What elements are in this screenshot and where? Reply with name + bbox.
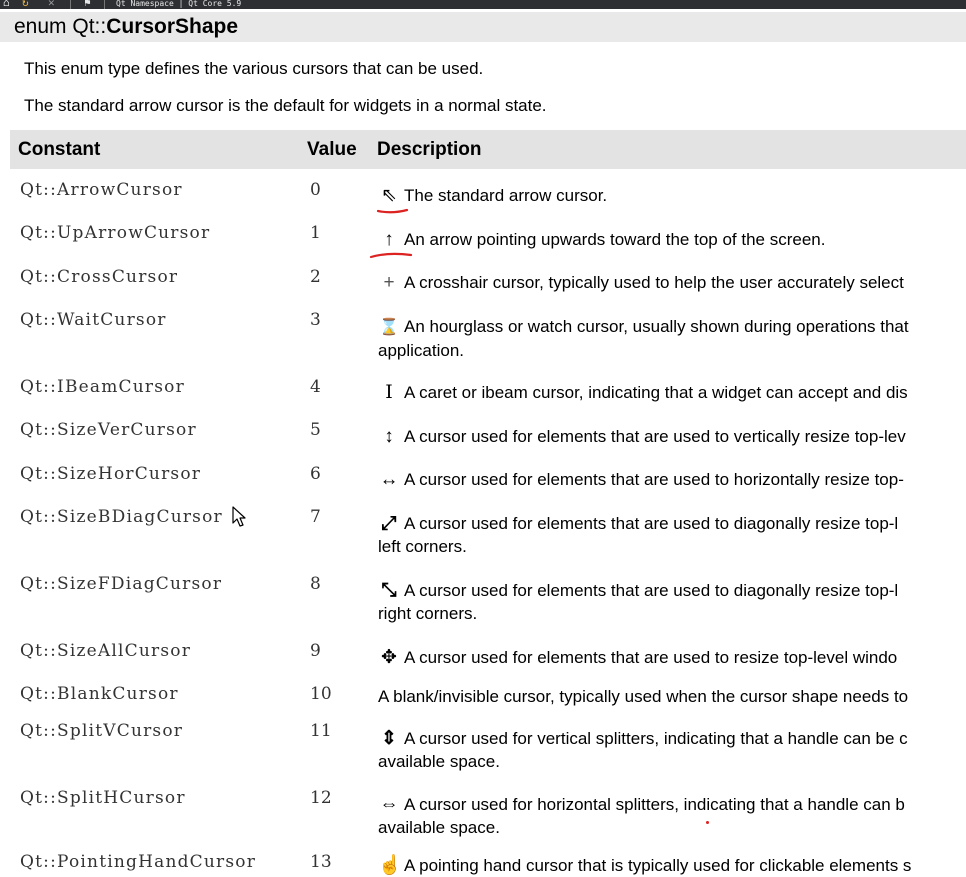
up-arrow-cursor-icon: ↑ — [384, 229, 394, 250]
constant-value: 10 — [310, 684, 332, 704]
constant-name: Qt::WaitCursor — [20, 310, 167, 330]
constant-value: 0 — [310, 180, 321, 200]
constant-name: Qt::SizeHorCursor — [20, 464, 202, 484]
description: ⌛ An hourglass or watch cursor, usually s… — [378, 315, 966, 362]
description-text: An hourglass or watch cursor, usually sh… — [404, 317, 909, 336]
description-text: An arrow pointing upwards toward the top… — [404, 230, 826, 249]
bookmark-icon[interactable]: ⚑ — [84, 0, 91, 8]
constant-value: 3 — [310, 310, 321, 330]
constant-value: 8 — [310, 574, 321, 594]
constant-value: 6 — [310, 464, 321, 484]
pointing-hand-cursor-icon: ☝ — [378, 855, 402, 876]
description-text: A cursor used for horizontal splitters, … — [404, 795, 905, 814]
arrow-cursor-icon: ⇖ — [381, 185, 397, 206]
description: A blank/invisible cursor, typically used… — [378, 685, 966, 708]
constant-name: Qt::SizeAllCursor — [20, 641, 192, 661]
constant-name: Qt::PointingHandCursor — [20, 852, 257, 872]
toolbar-divider — [104, 0, 105, 9]
description-text: The standard arrow cursor. — [404, 186, 608, 205]
intro-paragraph: This enum type defines the various curso… — [24, 59, 484, 78]
description-text: A pointing hand cursor that is typically… — [404, 856, 912, 875]
window-title: Qt Namespace | Qt Core 5.9 — [116, 0, 242, 8]
constant-name: Qt::IBeamCursor — [20, 377, 185, 397]
size-bdiag-cursor-icon: ⤢ — [381, 513, 397, 534]
cross-cursor-icon: + — [383, 272, 395, 293]
description: ↔ A cursor used for elements that are use… — [378, 468, 966, 491]
size-hor-cursor-icon: ↔ — [379, 469, 399, 490]
description-continuation: available space. — [378, 752, 500, 771]
constant-value: 2 — [310, 267, 321, 287]
constant-name: Qt::ArrowCursor — [20, 180, 183, 200]
refresh-icon[interactable]: ↻ — [22, 0, 29, 8]
red-dot-annotation — [706, 821, 709, 824]
header-description: Description — [377, 139, 482, 160]
hourglass-cursor-icon: ⌛ — [379, 319, 399, 336]
constant-value: 5 — [310, 420, 321, 440]
description: ↑ An arrow pointing upwards toward the to… — [378, 228, 966, 251]
home-icon[interactable]: ⌂ — [3, 0, 10, 8]
size-all-cursor-icon: ✥ — [381, 647, 397, 668]
heading-enum-name: CursorShape — [106, 15, 239, 38]
description-continuation: left corners. — [378, 537, 467, 556]
description: ☝ A pointing hand cursor that is typicall… — [378, 854, 966, 877]
description-continuation: application. — [378, 341, 465, 360]
header-value: Value — [307, 139, 357, 160]
constant-name: Qt::SplitHCursor — [20, 788, 186, 808]
ibeam-cursor-icon: I — [385, 381, 393, 403]
description-text: A cursor used for elements that are used… — [404, 581, 899, 600]
table-header: Constant Value Description — [10, 130, 966, 169]
description-text: A cursor used for elements that are used… — [404, 514, 899, 533]
description-text: A blank/invisible cursor, typically used… — [378, 687, 909, 706]
size-fdiag-cursor-icon: ⤡ — [381, 580, 397, 601]
constant-name: Qt::BlankCursor — [20, 684, 179, 704]
heading-prefix: enum Qt:: — [14, 15, 107, 38]
size-ver-cursor-icon: ↕ — [384, 426, 394, 447]
description: ⤡ A cursor used for elements that are use… — [378, 579, 966, 625]
constant-value: 1 — [310, 223, 321, 243]
description-text: A cursor used for elements that are used… — [404, 648, 898, 667]
enum-heading: enum Qt::CursorShape — [0, 12, 966, 42]
constant-value: 7 — [310, 507, 321, 527]
constant-name: Qt::UpArrowCursor — [20, 223, 211, 243]
description: + A crosshair cursor, typically used to h… — [378, 271, 966, 294]
constant-name: Qt::SplitVCursor — [20, 721, 184, 741]
description-text: A cursor used for elements that are used… — [404, 470, 904, 489]
description-text: A crosshair cursor, typically used to he… — [404, 273, 904, 292]
description: ⇕ A cursor used for vertical splitters, i… — [378, 727, 966, 773]
split-v-cursor-icon: ⇕ — [381, 728, 397, 749]
constant-value: 12 — [310, 788, 332, 808]
toolbar-divider — [70, 0, 71, 9]
description: ⤢ A cursor used for elements that are use… — [378, 512, 966, 558]
constant-name: Qt::SizeVerCursor — [20, 420, 197, 440]
description: ✥ A cursor used for elements that are use… — [378, 646, 966, 669]
description-text: A cursor used for elements that are used… — [404, 427, 906, 446]
constant-value: 9 — [310, 641, 321, 661]
description: ↕ A cursor used for elements that are use… — [378, 425, 966, 448]
description-continuation: available space. — [378, 818, 500, 837]
description: ⇖ The standard arrow cursor. — [378, 184, 966, 207]
stop-icon[interactable]: ✕ — [48, 0, 55, 8]
mouse-pointer-icon — [232, 506, 246, 527]
window-titlebar: ⌂ ↻ ✕ ⚑ Qt Namespace | Qt Core 5.9 — [0, 0, 966, 9]
description-text: A caret or ibeam cursor, indicating that… — [404, 383, 908, 402]
constant-name: Qt::SizeBDiagCursor — [20, 507, 223, 527]
split-h-cursor-icon: ⇔ — [379, 794, 399, 815]
constant-value: 4 — [310, 377, 321, 397]
constant-value: 13 — [310, 852, 332, 872]
description-text: A cursor used for vertical splitters, in… — [404, 729, 908, 748]
description: I A caret or ibeam cursor, indicating tha… — [378, 381, 966, 404]
constant-value: 11 — [310, 721, 332, 741]
constant-name: Qt::CrossCursor — [20, 267, 179, 287]
constant-name: Qt::SizeFDiagCursor — [20, 574, 223, 594]
intro-paragraph: The standard arrow cursor is the default… — [24, 96, 547, 115]
header-constant: Constant — [18, 139, 101, 160]
description: ⇔ A cursor used for horizontal splitters,… — [378, 793, 966, 839]
description-continuation: right corners. — [378, 604, 478, 623]
